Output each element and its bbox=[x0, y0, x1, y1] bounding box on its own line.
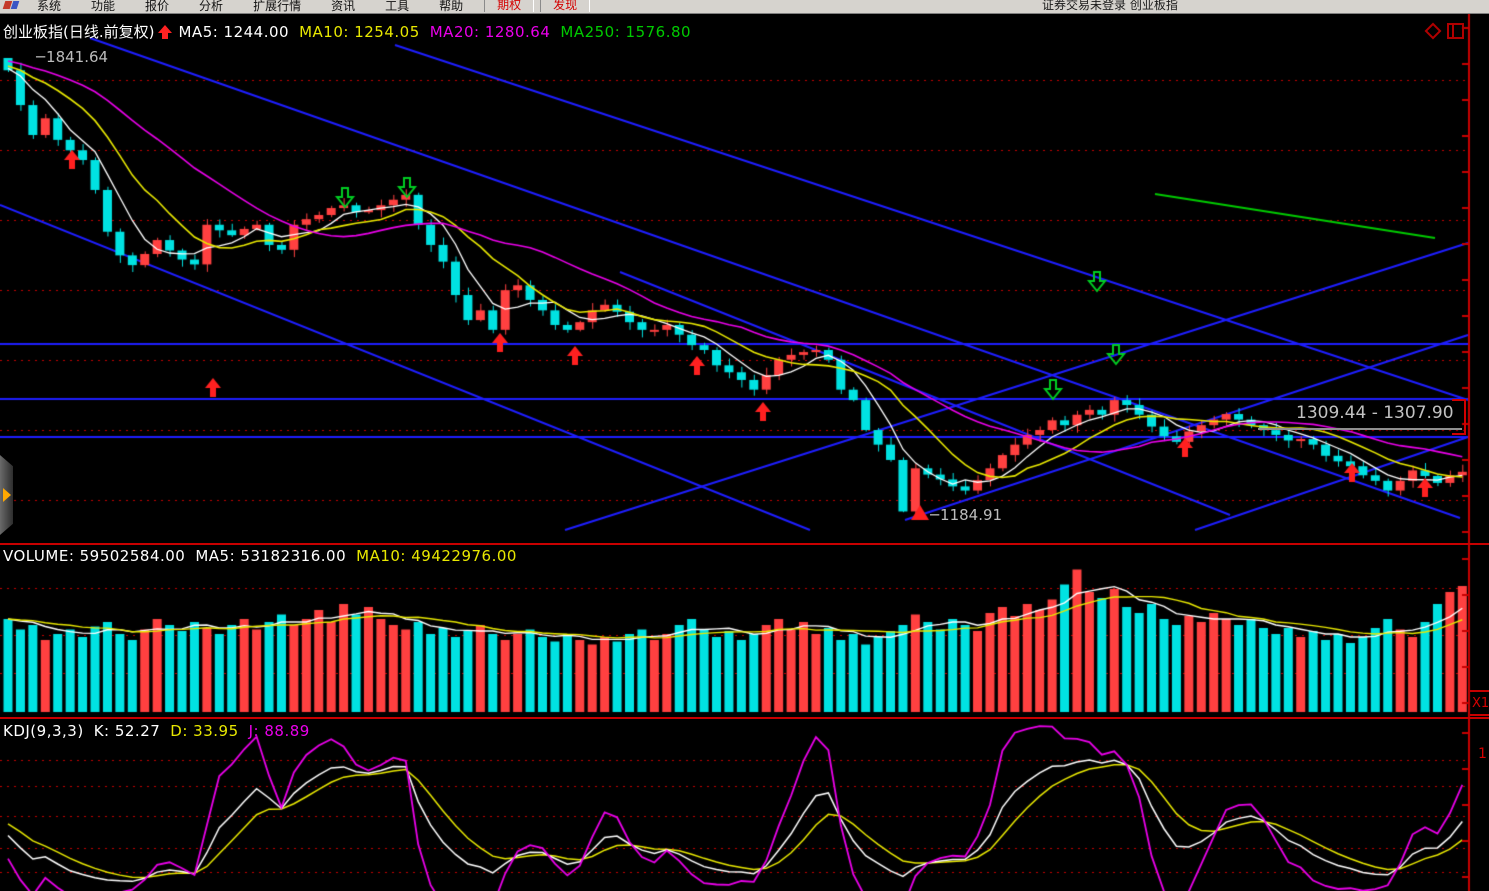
volume-label-1: MA5: 53182316.00 bbox=[195, 547, 346, 565]
expand-arrow-icon bbox=[3, 488, 11, 502]
volume-label-0: VOLUME: 59502584.00 bbox=[3, 547, 185, 565]
up-arrow-icon bbox=[158, 25, 172, 39]
high-price-label: 1841.64 bbox=[36, 48, 108, 66]
gap-underline bbox=[1258, 428, 1462, 430]
ma-label-3: MA250: 1576.80 bbox=[560, 23, 691, 41]
main-pane-header: 创业板指(日线.前复权) MA5: 1244.00 MA10: 1254.05 MA2… bbox=[3, 21, 701, 42]
split-window-icon[interactable] bbox=[1447, 23, 1464, 39]
menu-item-7[interactable]: 帮助 bbox=[424, 0, 478, 13]
menu-item-6[interactable]: 工具 bbox=[370, 0, 424, 13]
volume-scale-badge: X1 bbox=[1470, 690, 1489, 716]
pane-divider[interactable] bbox=[0, 717, 1489, 719]
app-logo-icon bbox=[2, 0, 22, 11]
app-window: 系统功能报价分析扩展行情资讯工具帮助 期权发现 证券交易未登录 创业板指 创业板… bbox=[0, 0, 1489, 891]
menu-hot-items: 期权发现 bbox=[478, 0, 590, 14]
kdj-pane-header: KDJ(9,3,3) K: 52.27 D: 33.95 J: 88.89 bbox=[3, 722, 320, 740]
volume-chart[interactable] bbox=[0, 545, 1489, 717]
menu-item-2[interactable]: 报价 bbox=[130, 0, 184, 13]
gap-price-label: 1309.44 - 1307.90 bbox=[1296, 403, 1454, 423]
kdj-label-1: K: 52.27 bbox=[94, 722, 161, 740]
ma-label-1: MA10: 1254.05 bbox=[299, 23, 420, 41]
chart-title: 创业板指(日线.前复权) bbox=[3, 23, 154, 41]
volume-label-2: MA10: 49422976.00 bbox=[356, 547, 517, 565]
pane-divider[interactable] bbox=[0, 543, 1489, 545]
main-candlestick-chart[interactable] bbox=[0, 14, 1489, 545]
kdj-label-2: D: 33.95 bbox=[170, 722, 238, 740]
login-status: 证券交易未登录 创业板指 bbox=[1042, 0, 1178, 13]
ma-label-0: MA5: 1244.00 bbox=[178, 23, 289, 41]
menu-bar: 系统功能报价分析扩展行情资讯工具帮助 期权发现 证券交易未登录 创业板指 bbox=[0, 0, 1489, 14]
kdj-indicator-chart[interactable] bbox=[0, 719, 1489, 891]
ma-legend: MA5: 1244.00 MA10: 1254.05 MA20: 1280.64 MA… bbox=[178, 23, 701, 41]
menu-hot-item-1[interactable]: 发现 bbox=[540, 0, 590, 12]
menu-item-0[interactable]: 系统 bbox=[22, 0, 76, 13]
kdj-label-0: KDJ(9,3,3) bbox=[3, 722, 84, 740]
ma-label-2: MA20: 1280.64 bbox=[430, 23, 551, 41]
kdj-axis-partial-label: 1 bbox=[1478, 746, 1487, 762]
menu-item-4[interactable]: 扩展行情 bbox=[238, 0, 316, 13]
menu-item-3[interactable]: 分析 bbox=[184, 0, 238, 13]
sidebar-expand-handle[interactable] bbox=[0, 455, 13, 535]
price-axis-bracket bbox=[1452, 399, 1466, 435]
menu-items: 系统功能报价分析扩展行情资讯工具帮助 bbox=[22, 0, 478, 14]
low-price-label: 1184.91 bbox=[930, 506, 1002, 524]
menu-item-5[interactable]: 资讯 bbox=[316, 0, 370, 13]
kdj-label-3: J: 88.89 bbox=[249, 722, 310, 740]
volume-pane-header: VOLUME: 59502584.00 MA5: 53182316.00 MA10:… bbox=[3, 547, 527, 565]
menu-item-1[interactable]: 功能 bbox=[76, 0, 130, 13]
menu-hot-item-0[interactable]: 期权 bbox=[484, 0, 534, 12]
